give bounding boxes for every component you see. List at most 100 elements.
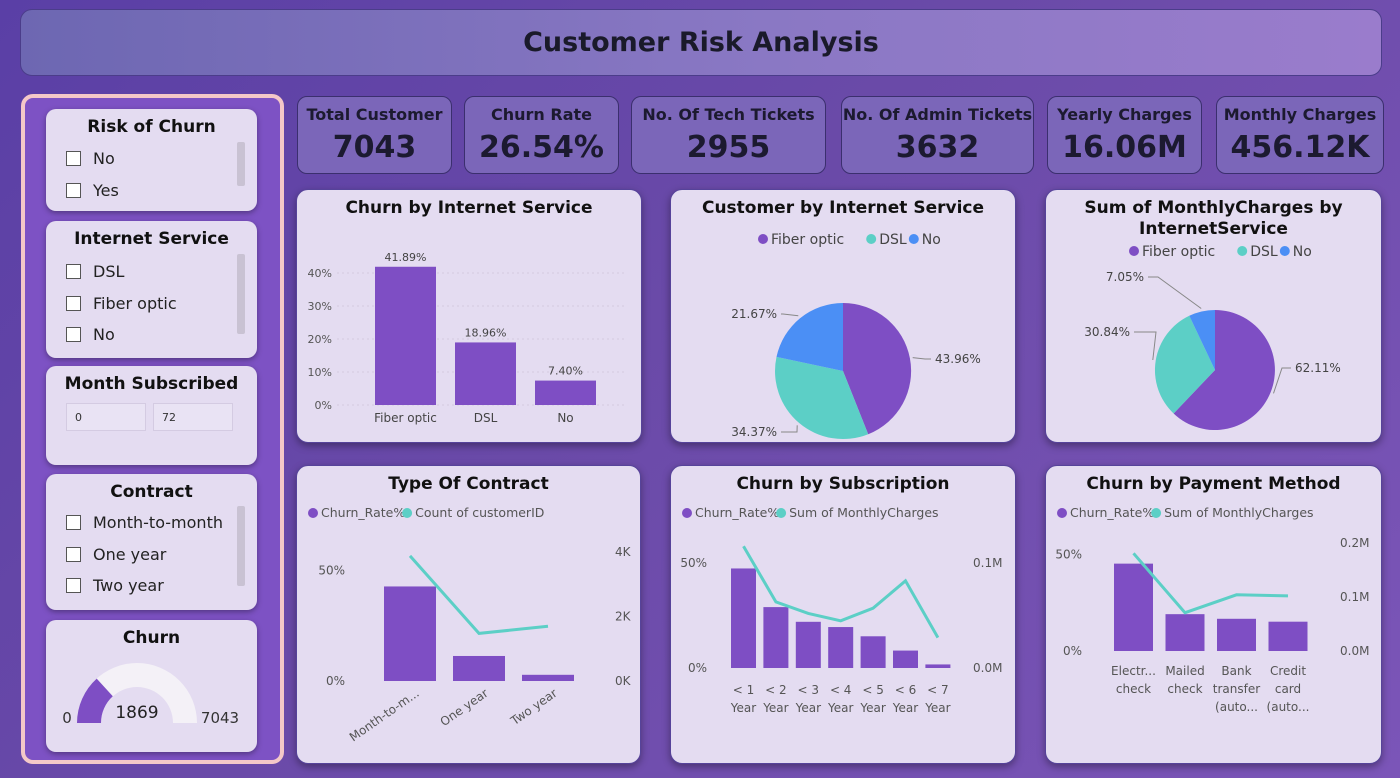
option-label: Month-to-month — [93, 513, 223, 532]
x-tick-label: Year — [762, 701, 788, 715]
range-max-input[interactable]: 72 — [153, 403, 233, 431]
kpi-total-customer: Total Customer 7043 — [297, 96, 452, 174]
bar — [522, 674, 574, 681]
x-tick-label: Year — [859, 701, 885, 715]
checkbox[interactable] — [66, 547, 81, 562]
kpi-label: Yearly Charges — [1057, 105, 1192, 124]
legend-no: No — [1293, 244, 1312, 260]
legend-dsl-marker — [866, 234, 877, 244]
bar — [1114, 563, 1153, 651]
y-tick-label: 10% — [308, 366, 332, 379]
checkbox[interactable] — [66, 264, 81, 279]
leader-line — [1148, 276, 1202, 309]
chart-title: Churn by Subscription — [736, 474, 950, 494]
leader-line — [781, 425, 798, 433]
chart-plot: 0% 10% 20% 30% 40% 41.89% Fiber optic 18.96% DSL… — [308, 251, 627, 425]
risk-of-churn-slicer: Risk of Churn No Yes — [46, 109, 257, 211]
bar — [535, 380, 596, 405]
kpi-value: 3632 — [895, 130, 980, 165]
y-tick-label: 0% — [315, 399, 332, 412]
legend-no-marker — [1279, 246, 1290, 256]
leader-line — [912, 357, 931, 360]
x-tick-label: < 2 — [765, 683, 787, 697]
slicer-option-month-to-month[interactable]: Month-to-month — [66, 513, 223, 532]
bar — [731, 568, 756, 668]
legend-fiber-optic: Fiber optic — [771, 232, 844, 248]
legend-no: No — [922, 232, 941, 248]
scrollbar[interactable] — [237, 254, 245, 334]
chart-customer-by-internet-service: Customer by Internet Service Fiber optic… — [670, 189, 1016, 443]
legend-secondary: Sum of MonthlyCharges — [1164, 505, 1313, 520]
checkbox[interactable] — [66, 151, 81, 166]
legend-fiber-optic: Fiber optic — [1142, 244, 1215, 260]
legend-secondary-marker — [402, 508, 413, 518]
checkbox[interactable] — [66, 327, 81, 342]
slicer-option-fiber-optic[interactable]: Fiber optic — [66, 294, 177, 313]
chart-title: Type Of Contract — [388, 474, 549, 494]
slicer-option-one-year[interactable]: One year — [66, 545, 166, 564]
chart-plot: Churn_Rate% Count of customerID 0% 50% 0K 2K 4… — [308, 505, 632, 744]
kpi-label: No. Of Admin Tickets — [842, 105, 1033, 124]
option-label: DSL — [93, 262, 125, 281]
x-tick-label: transfer — [1213, 682, 1260, 696]
y-right-tick-label: 0.2M — [1340, 536, 1369, 550]
slicer-option-no[interactable]: No — [66, 149, 115, 168]
bar — [828, 627, 854, 668]
x-tick-label: Mailed — [1165, 664, 1204, 678]
y-left-tick-label: 0% — [688, 661, 707, 675]
legend-churn-rate: Churn_Rate% — [1070, 505, 1154, 520]
x-tick-label: < 7 — [927, 683, 949, 697]
internet-service-slicer: Internet Service DSL Fiber optic No — [46, 221, 257, 358]
checkbox[interactable] — [66, 578, 81, 593]
series-line — [1132, 552, 1289, 615]
gauge-min: 0 — [62, 709, 72, 727]
slicer-option-two-year[interactable]: Two year — [66, 576, 164, 595]
x-tick-label: check — [1167, 682, 1202, 696]
kpi-value: 26.54% — [479, 130, 604, 165]
checkbox[interactable] — [66, 296, 81, 311]
legend-churn-rate-marker — [308, 508, 318, 518]
x-tick-label: < 4 — [830, 683, 852, 697]
option-label: No — [93, 325, 115, 344]
leader-line — [1134, 331, 1157, 361]
y-left-tick-label: 50% — [318, 563, 345, 577]
kpi-admin-tickets: No. Of Admin Tickets 3632 — [841, 96, 1034, 174]
chart-churn-by-subscription: Churn by Subscription Churn_Rate% Sum of … — [670, 465, 1016, 764]
month-subscribed-slicer: Month Subscribed 0 72 — [46, 366, 257, 465]
chart-plot: Fiber optic DSL No 43.96% 34.37% 21.67% — [731, 232, 981, 440]
data-label: 7.05% — [1106, 270, 1144, 284]
data-label: 34.37% — [731, 425, 777, 439]
page-title: Customer Risk Analysis — [523, 27, 879, 58]
legend-secondary-marker — [1151, 508, 1162, 518]
x-tick-label: Credit — [1270, 664, 1306, 678]
kpi-churn-rate: Churn Rate 26.54% — [464, 96, 619, 174]
legend-churn-rate-marker — [682, 508, 692, 518]
kpi-label: Churn Rate — [491, 105, 592, 124]
slicer-option-dsl[interactable]: DSL — [66, 262, 124, 281]
slicer-title: Month Subscribed — [64, 374, 239, 394]
checkbox[interactable] — [66, 515, 81, 530]
y-left-tick-label: 0% — [1063, 644, 1082, 658]
legend-no-marker — [908, 234, 919, 244]
kpi-value: 7043 — [332, 130, 417, 165]
option-label: Fiber optic — [93, 294, 177, 313]
slicer-title: Risk of Churn — [87, 117, 216, 137]
y-left-tick-label: 50% — [1055, 548, 1082, 562]
slicer-option-no[interactable]: No — [66, 325, 115, 344]
scrollbar[interactable] — [237, 142, 245, 186]
slicer-option-yes[interactable]: Yes — [66, 181, 119, 200]
chart-churn-by-internet-service: Churn by Internet Service 0% 10% 20% 30% 40%… — [296, 189, 642, 443]
scrollbar[interactable] — [237, 506, 245, 586]
chart-title-line: InternetService — [1139, 219, 1288, 239]
y-right-tick-label: 0K — [615, 674, 632, 688]
y-right-tick-label: 0.0M — [1340, 644, 1369, 658]
range-min-input[interactable]: 0 — [66, 403, 146, 431]
checkbox[interactable] — [66, 183, 81, 198]
data-label: 7.40% — [548, 365, 583, 378]
x-tick-label: Month-to-m... — [347, 686, 422, 744]
data-label: 43.96% — [935, 352, 981, 366]
x-tick-label: Year — [827, 701, 853, 715]
churn-gauge-card: Churn 1869 0 7043 — [46, 620, 257, 752]
data-label: 18.96% — [465, 326, 507, 339]
y-tick-label: 20% — [308, 333, 332, 346]
